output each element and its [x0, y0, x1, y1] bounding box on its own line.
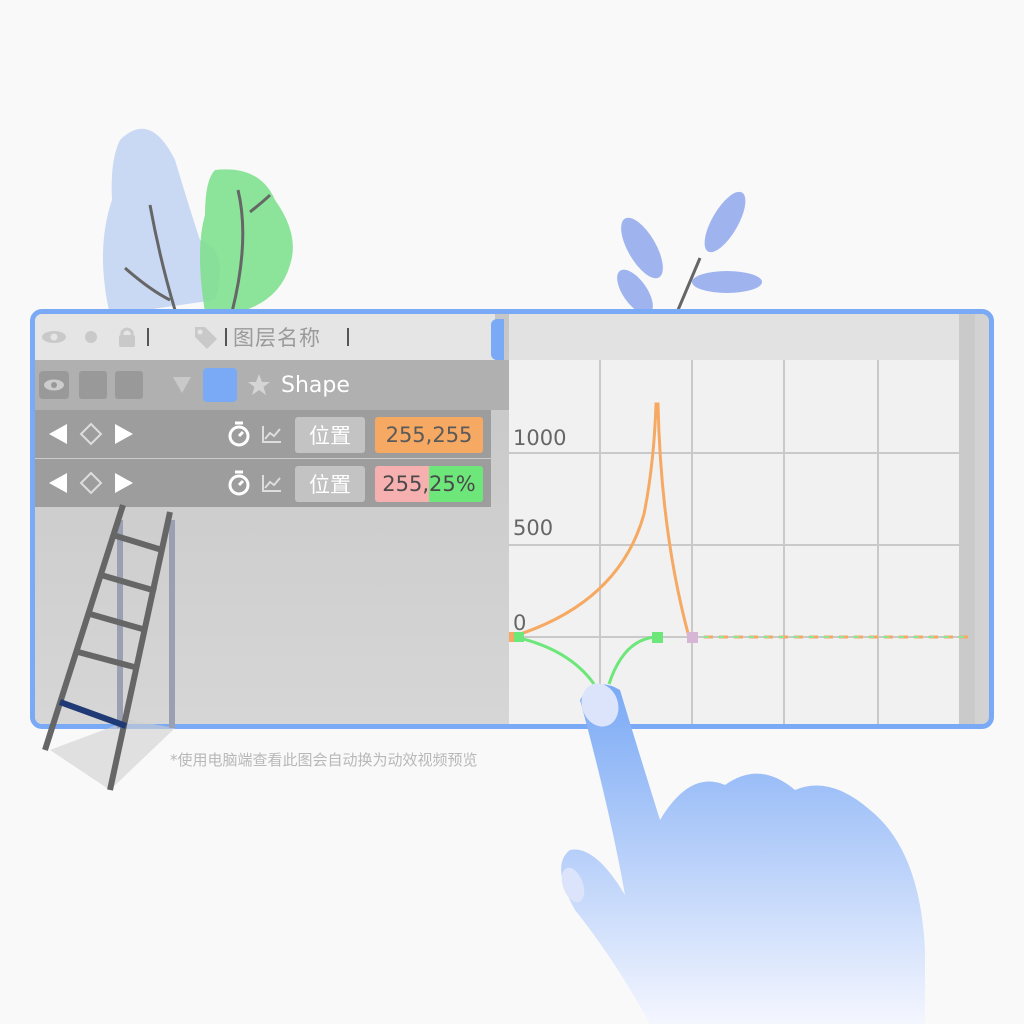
- property-label: 位置: [295, 417, 365, 453]
- tick-label: 500: [513, 516, 554, 540]
- prev-keyframe-icon[interactable]: [47, 422, 69, 446]
- visibility-toggle[interactable]: [39, 371, 69, 399]
- tick-label: 1000: [513, 426, 567, 450]
- keyframe-handle: [687, 632, 698, 643]
- divider: [147, 328, 149, 346]
- hand-illustration: [561, 683, 925, 1024]
- graph-icon[interactable]: [261, 473, 283, 493]
- dot-icon[interactable]: [85, 331, 97, 343]
- property-value[interactable]: 255, 25%: [375, 466, 483, 502]
- layer-name[interactable]: Shape: [281, 373, 350, 398]
- eye-icon[interactable]: [41, 329, 67, 345]
- divider: [225, 328, 227, 346]
- footnote: *使用电脑端查看此图会自动换为动效视频预览: [170, 751, 478, 769]
- lock-icon[interactable]: [117, 326, 137, 348]
- illustration-scene: 图层名称 Shape 位置 255,255 位置 255, 25% 1000 5…: [0, 0, 1024, 1024]
- layer-row-shape[interactable]: Shape: [35, 360, 509, 410]
- solo-toggle[interactable]: [79, 371, 107, 399]
- layer-name-header: 图层名称: [233, 326, 321, 350]
- stopwatch-icon[interactable]: [227, 421, 251, 447]
- keyframe-diamond-icon[interactable]: [79, 422, 103, 446]
- star-icon: [248, 374, 270, 395]
- lock-toggle[interactable]: [115, 371, 143, 399]
- timeline-scroll-handle[interactable]: [491, 319, 504, 360]
- graph-icon[interactable]: [261, 424, 283, 444]
- next-keyframe-icon[interactable]: [113, 422, 135, 446]
- layers-header-bar: 图层名称: [35, 314, 495, 360]
- property-label: 位置: [295, 466, 365, 502]
- tick-label: 0: [513, 611, 527, 635]
- tag-icon: [195, 327, 217, 349]
- divider: [347, 328, 349, 346]
- property-value[interactable]: 255,255: [375, 417, 483, 453]
- property-row-1: 位置 255,255: [35, 410, 491, 458]
- plants-illustration: [102, 128, 762, 315]
- layer-color-chip[interactable]: [203, 368, 237, 402]
- property-value-part: 25%: [429, 472, 476, 496]
- triangle-down-icon[interactable]: [171, 375, 193, 395]
- eye-icon: [44, 379, 64, 391]
- keyframe-handle: [652, 632, 663, 643]
- property-value-part: 255,: [382, 472, 430, 496]
